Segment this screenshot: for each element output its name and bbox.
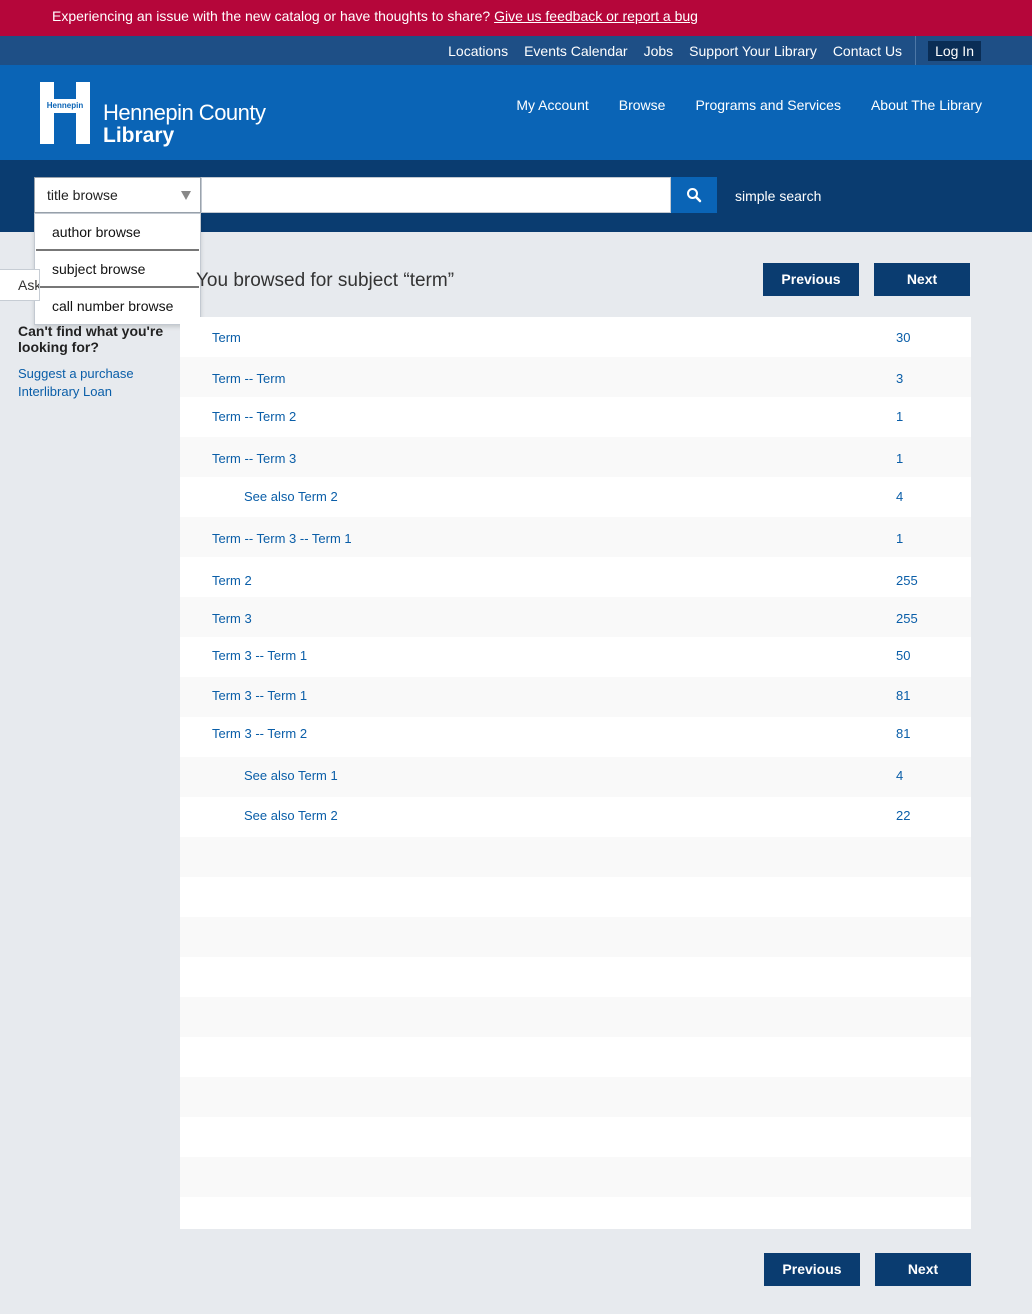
count-link[interactable]: 255: [896, 611, 918, 626]
nav-about[interactable]: About The Library: [871, 97, 982, 113]
search-type-selected: title browse: [47, 187, 118, 203]
count-link[interactable]: 1: [896, 409, 903, 424]
term-link[interactable]: Term 3 -- Term 2: [212, 726, 307, 741]
option-author-browse[interactable]: author browse: [36, 214, 199, 251]
logo-title: Hennepin County: [103, 100, 266, 125]
previous-button-bottom[interactable]: Previous: [764, 1253, 860, 1286]
count-link[interactable]: 1: [896, 451, 903, 466]
empty-row: [180, 1077, 971, 1117]
term-link[interactable]: Term -- Term 2: [212, 409, 296, 424]
list-item: See also Term 2 4: [180, 477, 971, 517]
list-item: See also Term 2 22: [180, 797, 971, 837]
logo-subtitle: Library: [103, 124, 175, 147]
count-link[interactable]: 3: [896, 371, 903, 386]
list-item: Term 3 -- Term 1 81: [180, 677, 971, 717]
util-link-support[interactable]: Support Your Library: [689, 43, 817, 59]
search-type-select[interactable]: title browse: [34, 177, 201, 213]
sidebar-question: Can't find what you're looking for?: [18, 323, 164, 355]
empty-row: [180, 837, 971, 877]
page-title: You browsed for subject “term”: [196, 270, 455, 291]
count-link[interactable]: 22: [896, 808, 910, 823]
alert-banner: Experiencing an issue with the new catal…: [0, 0, 1032, 36]
option-subject-browse[interactable]: subject browse: [36, 251, 199, 288]
browse-results: Term 30 Term -- Term 3 Term -- Term 2 1 …: [180, 317, 971, 1229]
interlibrary-loan-link[interactable]: Interlibrary Loan: [18, 384, 112, 399]
util-link-contact[interactable]: Contact Us: [833, 43, 902, 59]
nav-browse[interactable]: Browse: [619, 97, 666, 113]
search-icon: [687, 188, 702, 203]
empty-row: [180, 917, 971, 957]
nav-my-account[interactable]: My Account: [516, 97, 588, 113]
list-item: Term -- Term 3 1: [180, 437, 971, 477]
empty-row: [180, 1197, 971, 1229]
see-also-link[interactable]: See also Term 2: [244, 489, 338, 504]
list-item: Term -- Term 3: [180, 357, 971, 397]
simple-search-link[interactable]: simple search: [735, 188, 821, 204]
term-link[interactable]: Term 3 -- Term 1: [212, 688, 307, 703]
see-also-link[interactable]: See also Term 1: [244, 768, 338, 783]
alert-message: Experiencing an issue with the new catal…: [52, 8, 491, 24]
next-button-top[interactable]: Next: [874, 263, 970, 296]
list-item: Term 3 -- Term 1 50: [180, 637, 971, 677]
term-link[interactable]: Term -- Term 3: [212, 451, 296, 466]
list-item: Term 2 255: [180, 557, 971, 597]
count-link[interactable]: 50: [896, 648, 910, 663]
list-item: Term 3 255: [180, 597, 971, 637]
term-link[interactable]: Term: [212, 330, 241, 345]
count-link[interactable]: 81: [896, 688, 910, 703]
site-header: Hennepin Hennepin County Library My Acco…: [0, 65, 1032, 160]
option-call-number-browse[interactable]: call number browse: [36, 288, 199, 325]
list-item: Term 30: [180, 317, 971, 357]
logo-mark-text: Hennepin: [46, 101, 84, 110]
count-link[interactable]: 81: [896, 726, 910, 741]
list-item: Term -- Term 3 -- Term 1 1: [180, 517, 971, 557]
previous-button-top[interactable]: Previous: [763, 263, 859, 296]
empty-row: [180, 957, 971, 997]
list-item: See also Term 1 4: [180, 757, 971, 797]
count-link[interactable]: 30: [896, 330, 910, 345]
term-link[interactable]: Term 3 -- Term 1: [212, 648, 307, 663]
utility-bar: Locations Events Calendar Jobs Support Y…: [0, 36, 1032, 65]
empty-row: [180, 877, 971, 917]
nav-programs-services[interactable]: Programs and Services: [695, 97, 841, 113]
count-link[interactable]: 4: [896, 489, 903, 504]
term-link[interactable]: Term -- Term 3 -- Term 1: [212, 531, 352, 546]
see-also-link[interactable]: See also Term 2: [244, 808, 338, 823]
count-link[interactable]: 255: [896, 573, 918, 588]
suggest-purchase-link[interactable]: Suggest a purchase: [18, 366, 134, 381]
term-link[interactable]: Term 2: [212, 573, 252, 588]
list-item: Term 3 -- Term 2 81: [180, 717, 971, 757]
login-button[interactable]: Log In: [928, 40, 981, 61]
list-item: Term -- Term 2 1: [180, 397, 971, 437]
search-type-dropdown: author browse subject browse call number…: [34, 213, 201, 325]
count-link[interactable]: 4: [896, 768, 903, 783]
ask-tab[interactable]: Ask: [0, 269, 40, 301]
util-link-events-calendar[interactable]: Events Calendar: [524, 43, 628, 59]
next-button-bottom[interactable]: Next: [875, 1253, 971, 1286]
search-button[interactable]: [671, 177, 717, 213]
term-link[interactable]: Term 3: [212, 611, 252, 626]
util-link-jobs[interactable]: Jobs: [644, 43, 674, 59]
search-input[interactable]: [201, 177, 671, 213]
util-link-locations[interactable]: Locations: [448, 43, 508, 59]
empty-row: [180, 997, 971, 1037]
empty-row: [180, 1157, 971, 1197]
divider: [915, 36, 917, 65]
count-link[interactable]: 1: [896, 531, 903, 546]
logo-mark-icon: Hennepin: [40, 82, 90, 144]
empty-row: [180, 1117, 971, 1157]
library-logo[interactable]: Hennepin Hennepin County Library: [40, 82, 266, 152]
main-nav: My Account Browse Programs and Services …: [486, 97, 982, 113]
dropdown-arrow-icon: [181, 191, 191, 200]
feedback-link[interactable]: Give us feedback or report a bug: [494, 8, 698, 24]
empty-row: [180, 1037, 971, 1077]
term-link[interactable]: Term -- Term: [212, 371, 285, 386]
